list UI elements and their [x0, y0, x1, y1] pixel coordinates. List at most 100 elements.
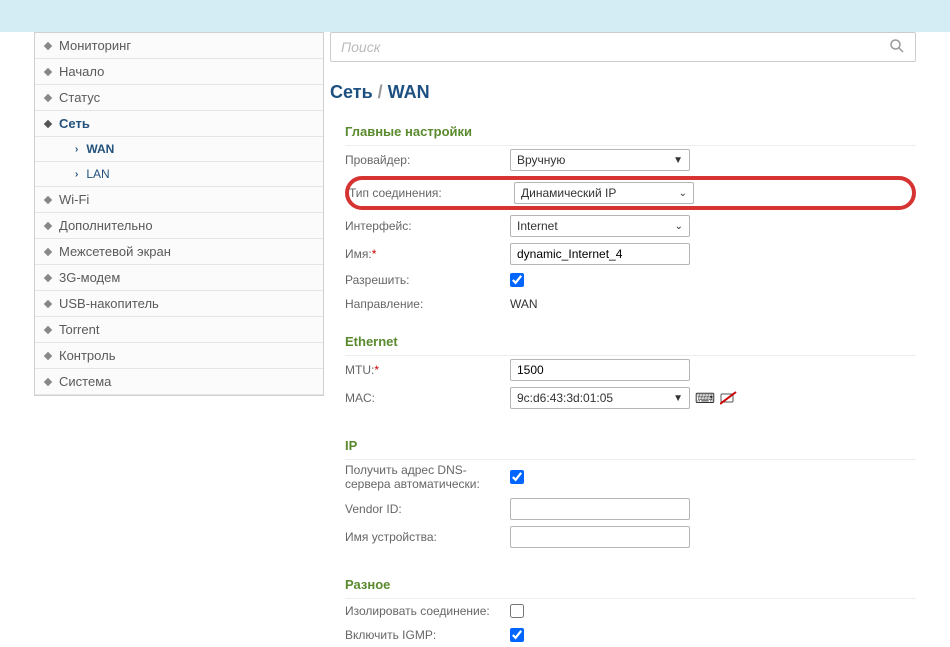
input-name[interactable]	[510, 243, 690, 265]
sidebar-label: Система	[59, 374, 111, 389]
diamond-icon	[44, 41, 52, 49]
input-device-name[interactable]	[510, 526, 690, 548]
input-mtu[interactable]	[510, 359, 690, 381]
diamond-icon	[44, 221, 52, 229]
label-conn-type: Тип соединения:	[349, 186, 514, 200]
row-mac: MAC: 9c:d6:43:3d:01:05 ▼ ⌨	[345, 384, 916, 412]
diamond-icon	[44, 325, 52, 333]
search-box[interactable]	[330, 32, 916, 62]
section-misc: Разное	[345, 571, 916, 599]
select-value: Internet	[517, 219, 558, 233]
breadcrumb-sep: /	[373, 82, 388, 102]
section-main: Главные настройки	[345, 118, 916, 146]
label-mtu: MTU:*	[345, 363, 510, 377]
row-conn-type: Тип соединения: Динамический IP ⌄	[345, 176, 916, 210]
select-conn-type[interactable]: Динамический IP ⌄	[514, 182, 694, 204]
label-device-name: Имя устройства:	[345, 530, 510, 544]
sidebar-item-monitoring[interactable]: Мониторинг	[35, 33, 323, 59]
sidebar-item-3g[interactable]: 3G-модем	[35, 265, 323, 291]
sidebar-label: USB-накопитель	[59, 296, 159, 311]
sidebar: Мониторинг Начало Статус Сеть ›WAN ›LAN …	[34, 32, 324, 396]
top-bar	[0, 0, 950, 32]
label-igmp: Включить IGMP:	[345, 628, 510, 642]
sidebar-item-network[interactable]: Сеть	[35, 111, 323, 137]
keyboard-icon[interactable]: ⌨	[696, 390, 714, 406]
diamond-icon	[44, 351, 52, 359]
input-vendor-id[interactable]	[510, 498, 690, 520]
diamond-icon	[44, 119, 52, 127]
select-mac[interactable]: 9c:d6:43:3d:01:05 ▼	[510, 387, 690, 409]
sidebar-item-status[interactable]: Статус	[35, 85, 323, 111]
checkbox-isolate[interactable]	[510, 604, 524, 618]
sidebar-sub-lan[interactable]: › LAN	[35, 162, 323, 187]
label-provider: Провайдер:	[345, 153, 510, 167]
sidebar-item-usb[interactable]: USB-накопитель	[35, 291, 323, 317]
sidebar-item-system[interactable]: Система	[35, 369, 323, 395]
sidebar-sub-wan[interactable]: ›WAN	[35, 137, 323, 162]
sidebar-item-torrent[interactable]: Torrent	[35, 317, 323, 343]
section-ethernet: Ethernet	[345, 328, 916, 356]
sidebar-label: Мониторинг	[59, 38, 131, 53]
search-input[interactable]	[341, 39, 905, 55]
breadcrumb-part[interactable]: Сеть	[330, 82, 373, 102]
row-interface: Интерфейс: Internet⌄	[345, 212, 916, 240]
row-vendor-id: Vendor ID:	[345, 495, 916, 523]
sidebar-label: Статус	[59, 90, 100, 105]
value-direction: WAN	[510, 297, 538, 311]
sidebar-item-control[interactable]: Контроль	[35, 343, 323, 369]
sidebar-item-start[interactable]: Начало	[35, 59, 323, 85]
sidebar-item-advanced[interactable]: Дополнительно	[35, 213, 323, 239]
diamond-icon	[44, 377, 52, 385]
sidebar-label: Межсетевой экран	[59, 244, 171, 259]
checkbox-igmp[interactable]	[510, 628, 524, 642]
main-content: Сеть / WAN Главные настройки Провайдер: …	[330, 32, 916, 624]
caret-icon: ▼	[673, 393, 683, 404]
row-provider: Провайдер: Вручную ▼	[345, 146, 916, 174]
label-isolate: Изолировать соединение:	[345, 604, 510, 618]
label-vendor-id: Vendor ID:	[345, 502, 510, 516]
diamond-icon	[44, 195, 52, 203]
select-value: Динамический IP	[521, 186, 616, 200]
diamond-icon	[44, 247, 52, 255]
sidebar-label: Начало	[59, 64, 104, 79]
caret-icon: ▼	[673, 155, 683, 166]
label-name: Имя:*	[345, 247, 510, 261]
row-igmp: Включить IGMP:	[345, 623, 916, 647]
select-interface[interactable]: Internet⌄	[510, 215, 690, 237]
search-icon[interactable]	[889, 38, 905, 57]
row-dns-auto: Получить адрес DNS-сервера автоматически…	[345, 460, 916, 495]
caret-icon: ⌄	[679, 188, 687, 199]
row-direction: Направление: WAN	[345, 292, 916, 316]
diamond-icon	[44, 299, 52, 307]
clear-mac-icon[interactable]	[720, 390, 738, 406]
diamond-icon	[44, 93, 52, 101]
sidebar-item-wifi[interactable]: Wi-Fi	[35, 187, 323, 213]
sidebar-label: 3G-модем	[59, 270, 120, 285]
sidebar-label: Wi-Fi	[59, 192, 89, 207]
label-interface: Интерфейс:	[345, 219, 510, 233]
label-allow: Разрешить:	[345, 273, 510, 287]
row-name: Имя:*	[345, 240, 916, 268]
label-direction: Направление:	[345, 297, 510, 311]
row-isolate: Изолировать соединение:	[345, 599, 916, 623]
checkbox-dns-auto[interactable]	[510, 470, 524, 484]
breadcrumb: Сеть / WAN	[330, 77, 916, 118]
sidebar-item-firewall[interactable]: Межсетевой экран	[35, 239, 323, 265]
checkbox-allow[interactable]	[510, 273, 524, 287]
sidebar-label: Torrent	[59, 322, 99, 337]
chevron-right-icon: ›	[75, 144, 78, 155]
sidebar-label: Сеть	[59, 116, 90, 131]
sidebar-label: LAN	[86, 167, 109, 181]
chevron-right-icon: ›	[75, 169, 78, 180]
breadcrumb-part: WAN	[388, 82, 430, 102]
diamond-icon	[44, 67, 52, 75]
section-ip: IP	[345, 432, 916, 460]
select-value: Вручную	[517, 153, 565, 167]
required-icon: *	[372, 247, 377, 261]
sidebar-label: Контроль	[59, 348, 115, 363]
diamond-icon	[44, 273, 52, 281]
select-value: 9c:d6:43:3d:01:05	[517, 391, 613, 405]
select-provider[interactable]: Вручную ▼	[510, 149, 690, 171]
label-mac: MAC:	[345, 391, 510, 405]
required-icon: *	[374, 363, 379, 377]
